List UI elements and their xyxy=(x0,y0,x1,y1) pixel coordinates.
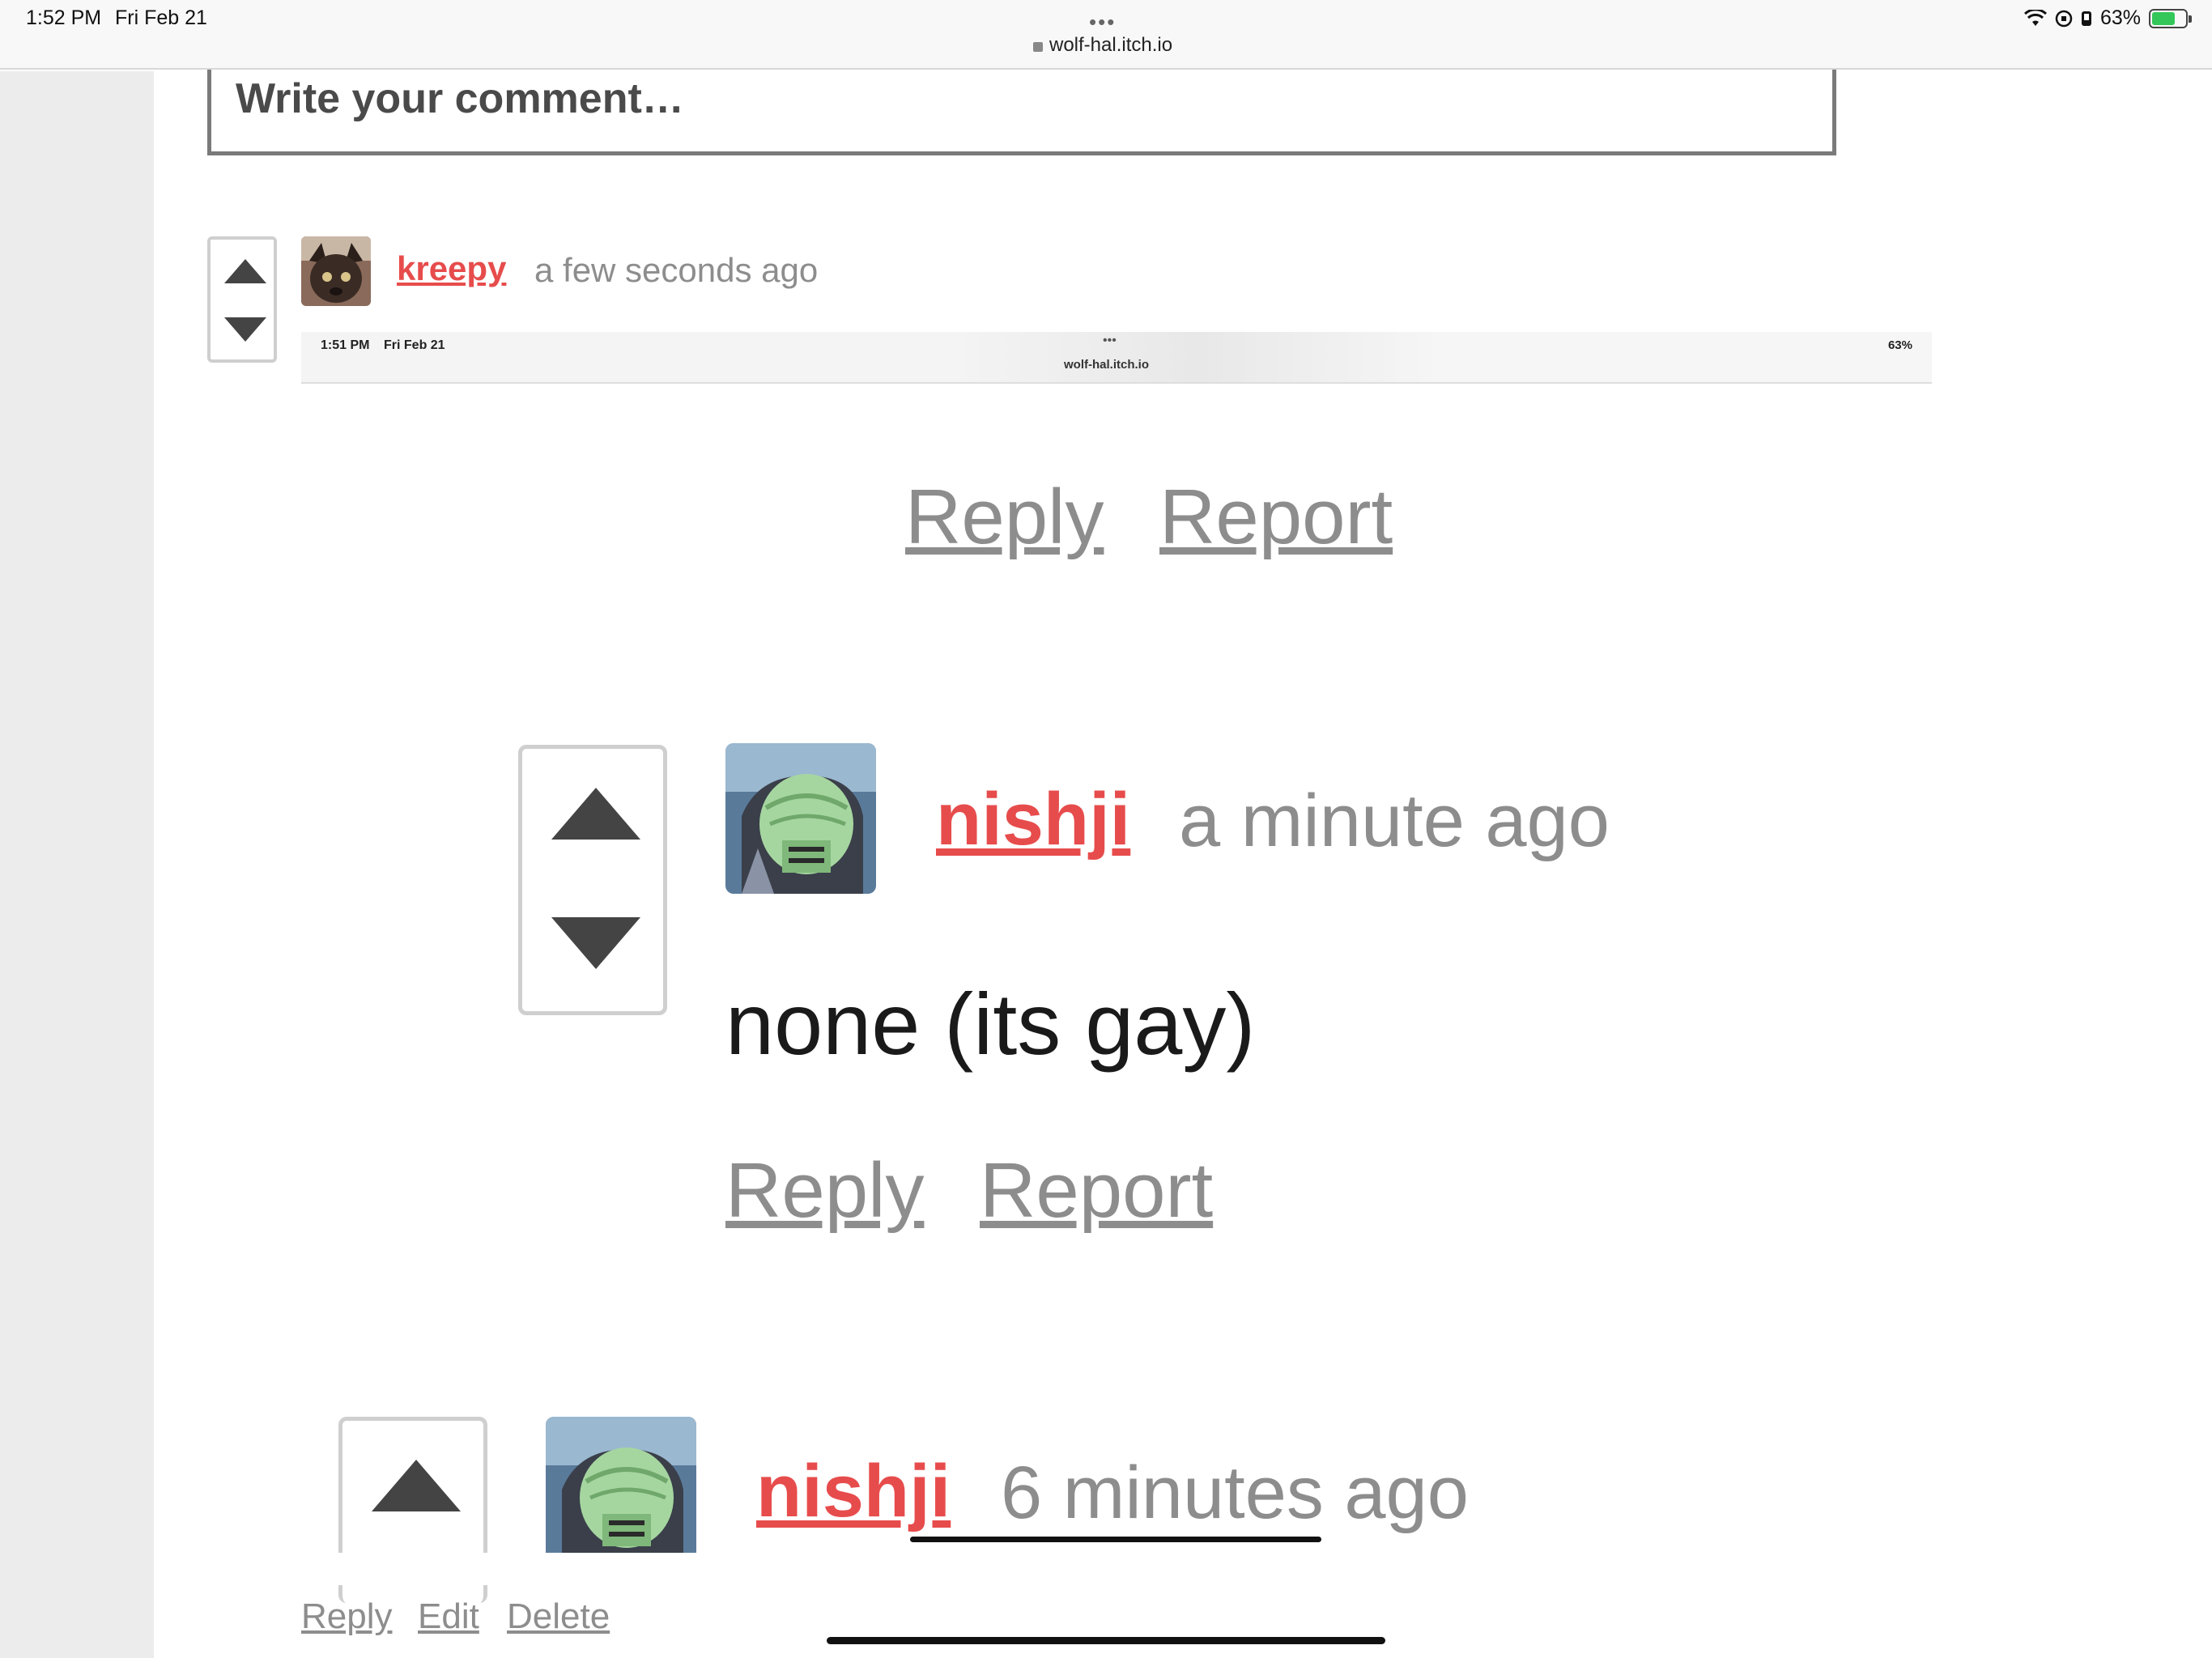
text-selection-bar xyxy=(910,1537,1321,1542)
comment-timestamp[interactable]: a minute ago xyxy=(1179,779,1610,864)
address-bar[interactable]: wolf-hal.itch.io xyxy=(1033,34,1172,57)
embedded-screenshot: 1:51 PM Fri Feb 21 ••• wolf-hal.itch.io … xyxy=(301,332,1932,384)
upvote-button[interactable] xyxy=(224,259,266,283)
embedded-dots: ••• xyxy=(1103,334,1117,347)
delete-link[interactable]: Delete xyxy=(507,1596,610,1637)
avatar[interactable] xyxy=(301,236,371,306)
vote-widget xyxy=(207,236,277,363)
comment-username[interactable]: nishji xyxy=(756,1449,951,1534)
headphones-icon xyxy=(2081,11,2091,26)
address-url: wolf-hal.itch.io xyxy=(1049,34,1173,56)
reply-link[interactable]: Reply xyxy=(905,473,1104,562)
status-indicators: 63% xyxy=(2023,6,2192,30)
content-clip xyxy=(308,1553,1117,1585)
downvote-button[interactable] xyxy=(551,917,640,969)
tab-menu-dots[interactable]: ••• xyxy=(1089,10,1116,35)
battery-icon xyxy=(2149,8,2192,28)
comment-input-placeholder: Write your comment… xyxy=(236,75,684,122)
wifi-icon xyxy=(2023,9,2047,26)
upvote-button[interactable] xyxy=(372,1460,461,1511)
page-gutter xyxy=(0,71,154,1658)
comment-timestamp[interactable]: a few seconds ago xyxy=(534,251,818,290)
status-bar: 1:52 PM Fri Feb 21 ••• wolf-hal.itch.io … xyxy=(0,0,2212,70)
comment-body: none (its gay) xyxy=(725,975,1256,1073)
comment-username[interactable]: kreepy xyxy=(397,249,506,288)
orientation-lock-icon xyxy=(2055,10,2073,27)
reply-link[interactable]: Reply xyxy=(725,1146,924,1235)
report-link[interactable]: Report xyxy=(980,1146,1213,1235)
upvote-button[interactable] xyxy=(551,788,640,840)
status-time: 1:52 PM xyxy=(26,6,102,29)
reply-link[interactable]: Reply xyxy=(301,1596,393,1637)
battery-percent: 63% xyxy=(2099,6,2141,29)
comment-username[interactable]: nishji xyxy=(936,777,1130,862)
embedded-url: wolf-hal.itch.io xyxy=(1064,358,1149,372)
lock-icon xyxy=(1033,42,1043,52)
avatar[interactable] xyxy=(546,1417,696,1554)
downvote-button[interactable] xyxy=(224,317,266,342)
avatar[interactable] xyxy=(725,743,876,894)
embedded-time: 1:51 PM xyxy=(321,338,370,352)
embedded-date: Fri Feb 21 xyxy=(384,338,445,352)
home-indicator[interactable] xyxy=(827,1637,1385,1644)
edit-link[interactable]: Edit xyxy=(418,1596,479,1637)
vote-widget xyxy=(518,745,667,1015)
report-link[interactable]: Report xyxy=(1159,473,1393,562)
status-date: Fri Feb 21 xyxy=(115,6,207,29)
comment-timestamp[interactable]: 6 minutes ago xyxy=(1001,1451,1469,1536)
embedded-battery: 63% xyxy=(1887,338,1912,352)
